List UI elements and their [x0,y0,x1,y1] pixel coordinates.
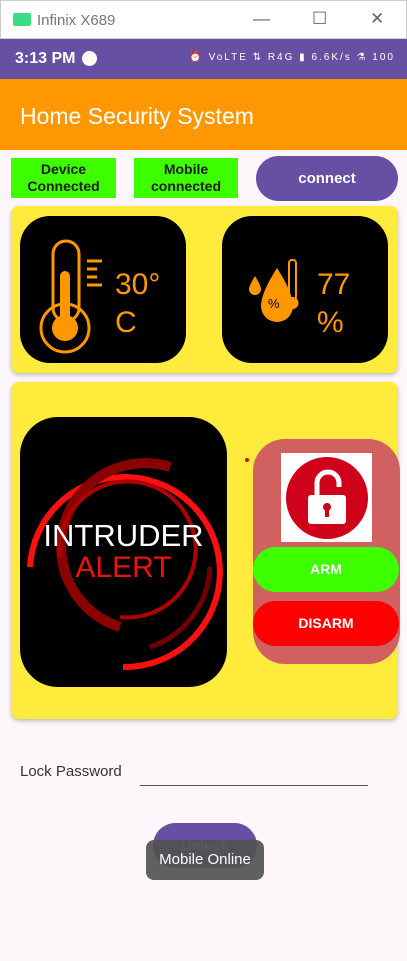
window-titlebar: Infinix X689 — ☐ ✕ [0,0,407,39]
toast-message: Mobile Online [146,840,264,880]
disarm-button[interactable]: DISARM [253,601,399,646]
minimize-button[interactable]: — [253,9,270,29]
temperature-value: 30° C [115,268,161,339]
status-icons: ⏰ VoLTE ⇅ R4G ▮ 6.6K/s ⚗ 100 [189,52,395,63]
android-icon [13,13,31,26]
password-label: Lock Password [20,763,122,780]
device-status-badge: Device Connected [11,158,116,198]
status-time: 3:13 PM [15,50,76,67]
maximize-button[interactable]: ☐ [312,9,327,29]
close-button[interactable]: ✕ [370,9,384,29]
intruder-alert-image: INTRUDER ALERT [20,417,227,687]
arm-control-panel: ARM DISARM [253,439,400,664]
mobile-status-badge: Mobile connected [134,158,238,198]
sensor-card: 30° C % 77% [11,206,398,373]
humidity-icon: % [249,259,299,322]
unlocked-padlock-icon [286,457,368,539]
status-bar: 3:13 PM ⏰ VoLTE ⇅ R4G ▮ 6.6K/s ⚗ 100 [0,39,407,79]
indicator-dot [245,458,249,462]
alert-line1: INTRUDER [43,518,204,553]
humidity-tile: % 77% [222,216,388,363]
connect-button[interactable]: connect [256,156,398,201]
svg-text:%: % [268,296,280,311]
humidity-value: 77% [317,268,351,339]
alert-line2: ALERT [75,551,172,584]
arm-button[interactable]: ARM [253,547,399,592]
lock-status-image [281,453,372,542]
window-title: Infinix X689 [37,12,116,29]
app-title: Home Security System [20,103,254,129]
app-bar: Home Security System [0,79,407,150]
notification-icon [82,51,97,66]
password-input[interactable] [140,758,368,786]
temperature-tile: 30° C [20,216,186,363]
